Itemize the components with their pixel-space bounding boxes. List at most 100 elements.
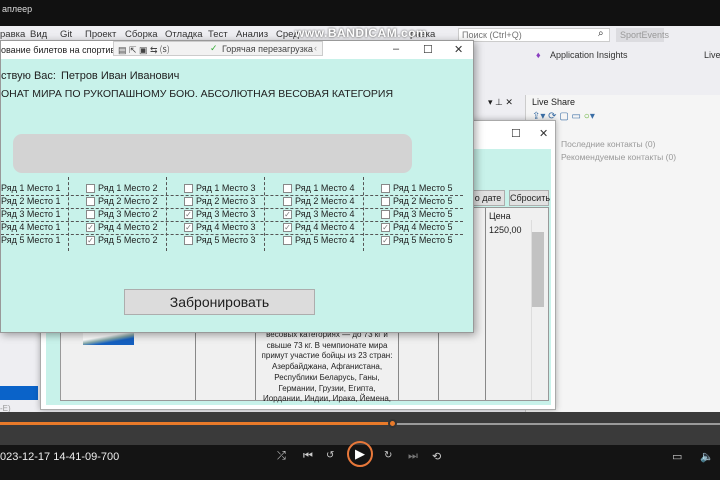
checkbox-unchecked[interactable] bbox=[184, 235, 193, 245]
seat-checkbox[interactable]: ✓ Ряд 3 Место 4 bbox=[283, 209, 354, 219]
lightbulb-icon: ♦ bbox=[536, 50, 541, 60]
seat-checkbox[interactable]: ✓ Ряд 3 Место 3 bbox=[184, 209, 255, 219]
menu-debug[interactable]: Отладка bbox=[165, 29, 203, 40]
shuffle-icon[interactable]: ⤮ bbox=[277, 450, 286, 463]
next-icon[interactable]: ⏭ bbox=[408, 450, 418, 463]
recent-contacts[interactable]: Последние контакты (0) bbox=[561, 139, 655, 149]
scrollbar-thumb[interactable] bbox=[532, 232, 544, 307]
checkbox-unchecked[interactable] bbox=[283, 196, 292, 206]
book-button[interactable]: Забронировать bbox=[124, 289, 315, 315]
menu-test[interactable]: Тест bbox=[208, 29, 228, 40]
checkbox-checked[interactable]: ✓ bbox=[283, 209, 292, 219]
checkbox-unchecked[interactable] bbox=[184, 196, 193, 206]
checkbox-unchecked[interactable] bbox=[86, 183, 95, 193]
repeat-off-icon[interactable]: ⟲ bbox=[432, 450, 441, 463]
close-icon[interactable]: ✕ bbox=[454, 43, 463, 56]
seat-checkbox[interactable]: Ряд 2 Место 4 bbox=[283, 196, 354, 206]
column-divider bbox=[166, 177, 167, 251]
application-insights-button[interactable]: Application Insights bbox=[550, 50, 628, 60]
checkbox-unchecked[interactable] bbox=[381, 183, 390, 193]
selected-list-item[interactable] bbox=[0, 386, 38, 400]
panel-pin-close-icons[interactable]: ▾ ⊥ ✕ bbox=[488, 97, 513, 108]
maximize-icon[interactable]: ☐ bbox=[511, 127, 521, 140]
play-button[interactable]: ▶ bbox=[347, 441, 373, 467]
seat-checkbox[interactable]: Ряд 1 Место 3 bbox=[184, 183, 255, 193]
seat-checkbox[interactable]: Ряд 2 Место 1 bbox=[0, 196, 60, 206]
checkbox-unchecked[interactable] bbox=[184, 183, 193, 193]
menu-edit[interactable]: равка bbox=[0, 29, 25, 40]
seat-checkbox[interactable]: Ряд 3 Место 2 bbox=[86, 209, 157, 219]
menu-analyze[interactable]: Анализ bbox=[236, 29, 268, 40]
scrollbar[interactable] bbox=[531, 220, 544, 400]
seat-checkbox[interactable]: ✓ Ряд 4 Место 4 bbox=[283, 222, 354, 232]
checkbox-checked[interactable]: ✓ bbox=[283, 222, 292, 232]
seat-checkbox[interactable]: Ряд 1 Место 2 bbox=[86, 183, 157, 193]
previous-icon[interactable]: ⏮ bbox=[303, 450, 313, 463]
checkbox-checked[interactable]: ✓ bbox=[381, 235, 390, 245]
seat-label: Ряд 1 Место 3 bbox=[196, 183, 256, 193]
seat-label: Ряд 4 Место 3 bbox=[196, 222, 256, 232]
column-divider bbox=[264, 177, 265, 251]
forward-30-icon[interactable]: ↻ bbox=[384, 450, 392, 461]
checkbox-unchecked[interactable] bbox=[283, 235, 292, 245]
seat-checkbox[interactable]: Ряд 5 Место 4 bbox=[283, 235, 354, 245]
seat-checkbox[interactable]: Ряд 1 Место 4 bbox=[283, 183, 354, 193]
miniplayer-icon[interactable]: ▭ bbox=[672, 450, 682, 463]
event-title: ОНАТ МИРА ПО РУКОПАШНОМУ БОЮ. АБСОЛЮТНАЯ… bbox=[1, 88, 394, 100]
menu-view[interactable]: Вид bbox=[30, 29, 47, 40]
price-column-header[interactable]: Цена bbox=[489, 211, 511, 221]
maximize-icon[interactable]: ☐ bbox=[423, 43, 433, 56]
seat-checkbox[interactable]: Ряд 5 Место 3 bbox=[184, 235, 255, 245]
seat-label: Ряд 3 Место 3 bbox=[196, 209, 256, 219]
seat-checkbox[interactable]: Ряд 4 Место 1 bbox=[0, 222, 60, 232]
checkbox-checked[interactable]: ✓ bbox=[381, 222, 390, 232]
menu-project[interactable]: Проект bbox=[85, 29, 116, 40]
seat-checkbox[interactable]: Ряд 2 Место 3 bbox=[184, 196, 255, 206]
progress-knob[interactable] bbox=[387, 419, 397, 428]
debug-tools-icons[interactable]: ▤ ⇱ ▣ ⇆ ⒮ bbox=[118, 43, 169, 56]
seat-label: Ряд 3 Место 4 bbox=[295, 209, 355, 219]
seat-checkbox[interactable]: Ряд 2 Место 5 bbox=[381, 196, 452, 206]
seat-checkbox[interactable]: Ряд 5 Место 1 bbox=[0, 235, 60, 245]
search-input[interactable] bbox=[458, 28, 610, 42]
menu-git[interactable]: Git bbox=[60, 29, 72, 40]
seat-checkbox[interactable]: Ряд 3 Место 1 bbox=[0, 209, 60, 219]
checkbox-checked[interactable]: ✓ bbox=[86, 222, 95, 232]
volume-icon[interactable]: 🔈 bbox=[700, 450, 714, 463]
description-line: Азербайджана, Афганистана, bbox=[271, 362, 383, 372]
seat-checkbox[interactable]: ✓ Ряд 4 Место 2 bbox=[86, 222, 157, 232]
checkbox-unchecked[interactable] bbox=[86, 209, 95, 219]
seat-checkbox[interactable]: ✓ Ряд 5 Место 2 bbox=[86, 235, 157, 245]
timestamp: 023-12-17 14-41-09-700 bbox=[0, 451, 120, 463]
description-line: Германии, Грузии, Египта, bbox=[278, 383, 376, 393]
checkbox-unchecked[interactable] bbox=[283, 183, 292, 193]
seat-checkbox[interactable]: Ряд 3 Место 5 bbox=[381, 209, 452, 219]
sort-by-date-button[interactable]: о дате bbox=[471, 190, 505, 206]
seat-checkbox[interactable]: ✓ Ряд 4 Место 3 bbox=[184, 222, 255, 232]
seat-checkbox[interactable]: Ряд 1 Место 1 bbox=[0, 183, 60, 193]
seat-checkbox[interactable]: ✓ Ряд 4 Место 5 bbox=[381, 222, 452, 232]
seat-label: Ряд 4 Место 5 bbox=[393, 222, 453, 232]
checkbox-unchecked[interactable] bbox=[381, 196, 390, 206]
greeting-label: ствую Вас: bbox=[1, 70, 56, 82]
menu-build[interactable]: Сборка bbox=[125, 29, 158, 40]
close-icon[interactable]: ✕ bbox=[539, 127, 548, 140]
checkbox-checked[interactable]: ✓ bbox=[184, 222, 193, 232]
seat-label: Ряд 2 Место 1 bbox=[1, 196, 61, 206]
checkbox-unchecked[interactable] bbox=[381, 209, 390, 219]
checkbox-checked[interactable]: ✓ bbox=[86, 235, 95, 245]
collapse-icon[interactable]: ‹ bbox=[314, 43, 317, 53]
recommended-contacts[interactable]: Рекомендуемые контакты (0) bbox=[561, 152, 676, 162]
seat-checkbox[interactable]: Ряд 1 Место 5 bbox=[381, 183, 452, 193]
column-divider bbox=[363, 177, 364, 251]
live-share-button[interactable]: Live bbox=[704, 50, 720, 60]
reset-button[interactable]: Сбросить bbox=[509, 190, 550, 206]
minimize-icon[interactable]: – bbox=[393, 43, 399, 55]
checkbox-unchecked[interactable] bbox=[86, 196, 95, 206]
seat-checkbox[interactable]: Ряд 2 Место 2 bbox=[86, 196, 157, 206]
rewind-10-icon[interactable]: ↺ bbox=[326, 450, 334, 461]
solution-name-tab[interactable]: SportEvents bbox=[616, 28, 669, 42]
hot-reload-button[interactable]: Горячая перезагрузка bbox=[222, 44, 313, 54]
checkbox-checked[interactable]: ✓ bbox=[184, 209, 193, 219]
seat-checkbox[interactable]: ✓ Ряд 5 Место 5 bbox=[381, 235, 452, 245]
